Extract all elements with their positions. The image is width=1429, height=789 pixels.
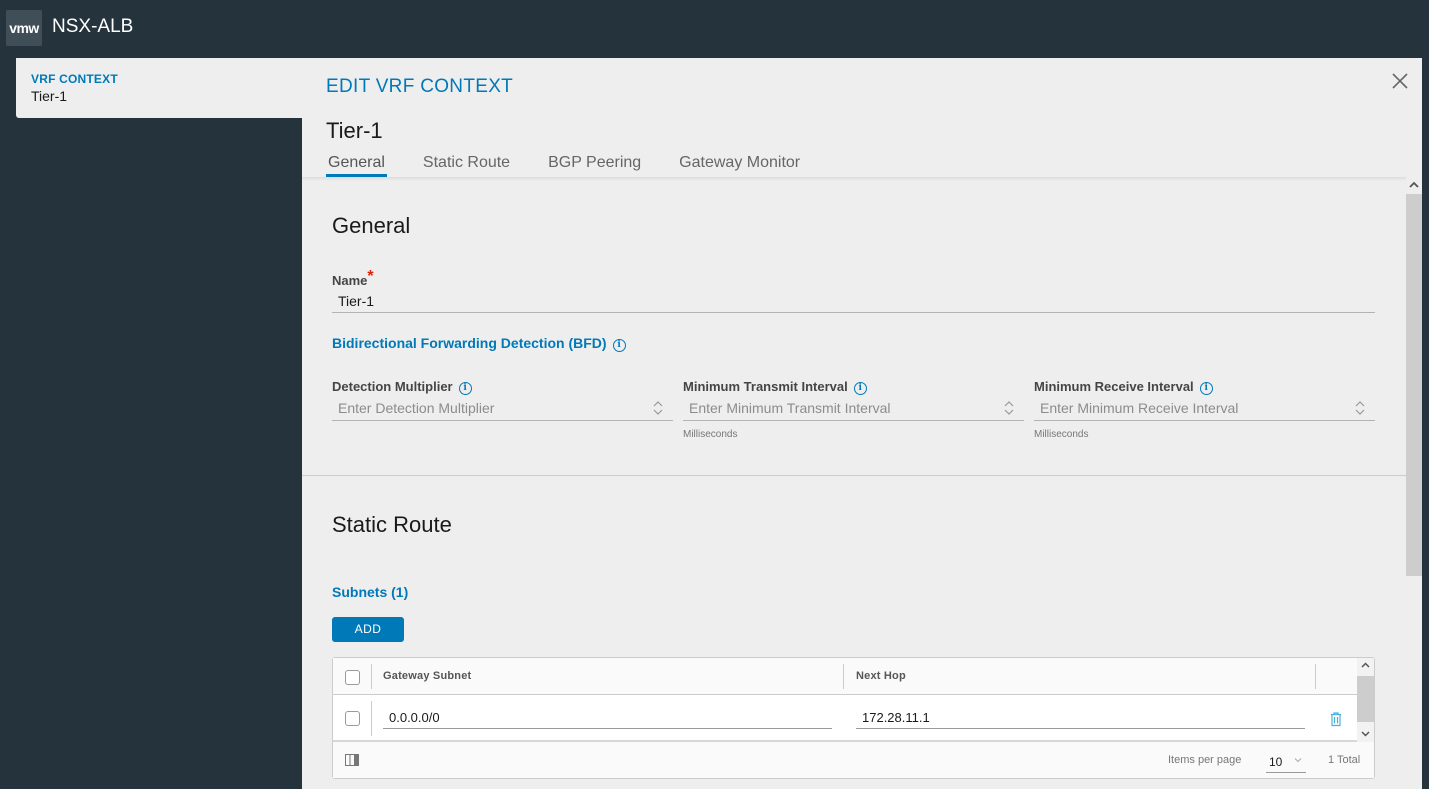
info-icon[interactable]: i (853, 382, 867, 395)
items-per-page-label: Items per page (1168, 754, 1242, 766)
list-item-kicker: VRF CONTEXT (31, 72, 118, 86)
row-checkbox[interactable] (345, 711, 360, 726)
app-header: vmw NSX-ALB (0, 0, 1429, 58)
detection-multiplier-label: Detection Multiplier i (332, 379, 472, 395)
gateway-subnet-input[interactable]: 0.0.0.0/0 (383, 705, 832, 729)
name-label-text: Name (332, 273, 368, 288)
min-receive-interval-label: Minimum Receive Interval i (1034, 379, 1213, 395)
min-transmit-interval-placeholder: Enter Minimum Transmit Interval (689, 400, 891, 416)
items-per-page-select[interactable]: 10 (1266, 751, 1306, 773)
add-subnet-button[interactable]: ADD (332, 617, 404, 642)
tab-static-route[interactable]: Static Route (421, 154, 512, 177)
subnets-heading: Subnets (1) (332, 584, 409, 600)
name-input[interactable]: Tier-1 (332, 291, 1375, 313)
modal-scrollbar[interactable] (1406, 178, 1422, 789)
edit-vrf-context-modal: EDIT VRF CONTEXT Tier-1 General Static R… (302, 58, 1422, 789)
min-transmit-interval-helper: Milliseconds (683, 429, 738, 440)
spinner-icon[interactable] (1002, 399, 1016, 417)
min-receive-interval-label-text: Minimum Receive Interval (1034, 379, 1194, 394)
column-toggle-icon[interactable] (345, 754, 359, 766)
static-route-section-title: Static Route (332, 512, 452, 537)
close-icon (1392, 73, 1408, 89)
column-separator (371, 701, 372, 736)
tab-bgp-peering[interactable]: BGP Peering (546, 154, 643, 177)
min-transmit-interval-label: Minimum Transmit Interval i (683, 379, 867, 395)
bfd-heading-text: Bidirectional Forwarding Detection (BFD) (332, 335, 607, 351)
info-icon[interactable]: i (612, 339, 626, 352)
column-resize-handle[interactable] (843, 664, 844, 689)
tab-gateway-monitor[interactable]: Gateway Monitor (677, 154, 802, 177)
column-header-gateway-subnet[interactable]: Gateway Subnet (383, 670, 471, 682)
vrf-context-list-item[interactable]: VRF CONTEXT Tier-1 (16, 58, 316, 118)
tab-bar: General Static Route BGP Peering Gateway… (326, 154, 836, 178)
column-header-next-hop[interactable]: Next Hop (856, 670, 906, 682)
subnets-datagrid: Gateway Subnet Next Hop 0.0.0.0/0 172.28… (332, 657, 1375, 779)
select-all-checkbox[interactable] (345, 670, 360, 685)
table-row: 0.0.0.0/0 172.28.11.1 (333, 695, 1357, 742)
min-receive-interval-placeholder: Enter Minimum Receive Interval (1040, 400, 1239, 416)
detection-multiplier-input[interactable]: Enter Detection Multiplier (332, 397, 673, 421)
detection-multiplier-placeholder: Enter Detection Multiplier (338, 400, 495, 416)
datagrid-scrollbar[interactable] (1357, 658, 1374, 742)
items-per-page-value: 10 (1269, 755, 1283, 769)
list-item-value: Tier-1 (31, 88, 68, 104)
min-receive-interval-input[interactable]: Enter Minimum Receive Interval (1034, 397, 1375, 421)
datagrid-footer: Items per page 10 1 Total (333, 742, 1374, 778)
min-transmit-interval-input[interactable]: Enter Minimum Transmit Interval (683, 397, 1024, 421)
chevron-down-icon (1294, 758, 1302, 763)
close-button[interactable] (1390, 71, 1410, 91)
bfd-heading: Bidirectional Forwarding Detection (BFD)… (332, 335, 626, 352)
app-title: NSX-ALB (52, 16, 134, 37)
modal-content: General Name* Tier-1 Bidirectional Forwa… (302, 181, 1406, 789)
modal-subtitle: Tier-1 (326, 118, 383, 143)
column-resize-handle[interactable] (1315, 664, 1316, 689)
spinner-icon[interactable] (1353, 399, 1367, 417)
column-separator (371, 664, 372, 689)
spinner-icon[interactable] (651, 399, 665, 417)
info-icon[interactable]: i (1199, 382, 1213, 395)
scroll-up-icon[interactable] (1406, 178, 1422, 194)
datagrid-header: Gateway Subnet Next Hop (333, 658, 1357, 695)
info-icon[interactable]: i (458, 382, 472, 395)
general-section-title: General (332, 213, 411, 238)
min-transmit-interval-label-text: Minimum Transmit Interval (683, 379, 848, 394)
scroll-up-icon[interactable] (1361, 661, 1370, 670)
modal-title: EDIT VRF CONTEXT (326, 76, 514, 97)
datagrid-scroll-thumb[interactable] (1357, 676, 1374, 722)
trash-icon[interactable] (1329, 711, 1343, 727)
tab-general[interactable]: General (326, 154, 387, 177)
total-count: 1 Total (1328, 754, 1361, 766)
scroll-down-icon[interactable] (1361, 729, 1370, 738)
vmware-logo[interactable]: vmw (6, 10, 42, 46)
detection-multiplier-label-text: Detection Multiplier (332, 379, 453, 394)
modal-scroll-thumb[interactable] (1406, 194, 1422, 576)
section-divider (302, 475, 1406, 476)
required-asterisk: * (367, 268, 374, 285)
next-hop-input[interactable]: 172.28.11.1 (856, 705, 1305, 729)
name-label: Name* (332, 268, 374, 290)
min-receive-interval-helper: Milliseconds (1034, 429, 1089, 440)
